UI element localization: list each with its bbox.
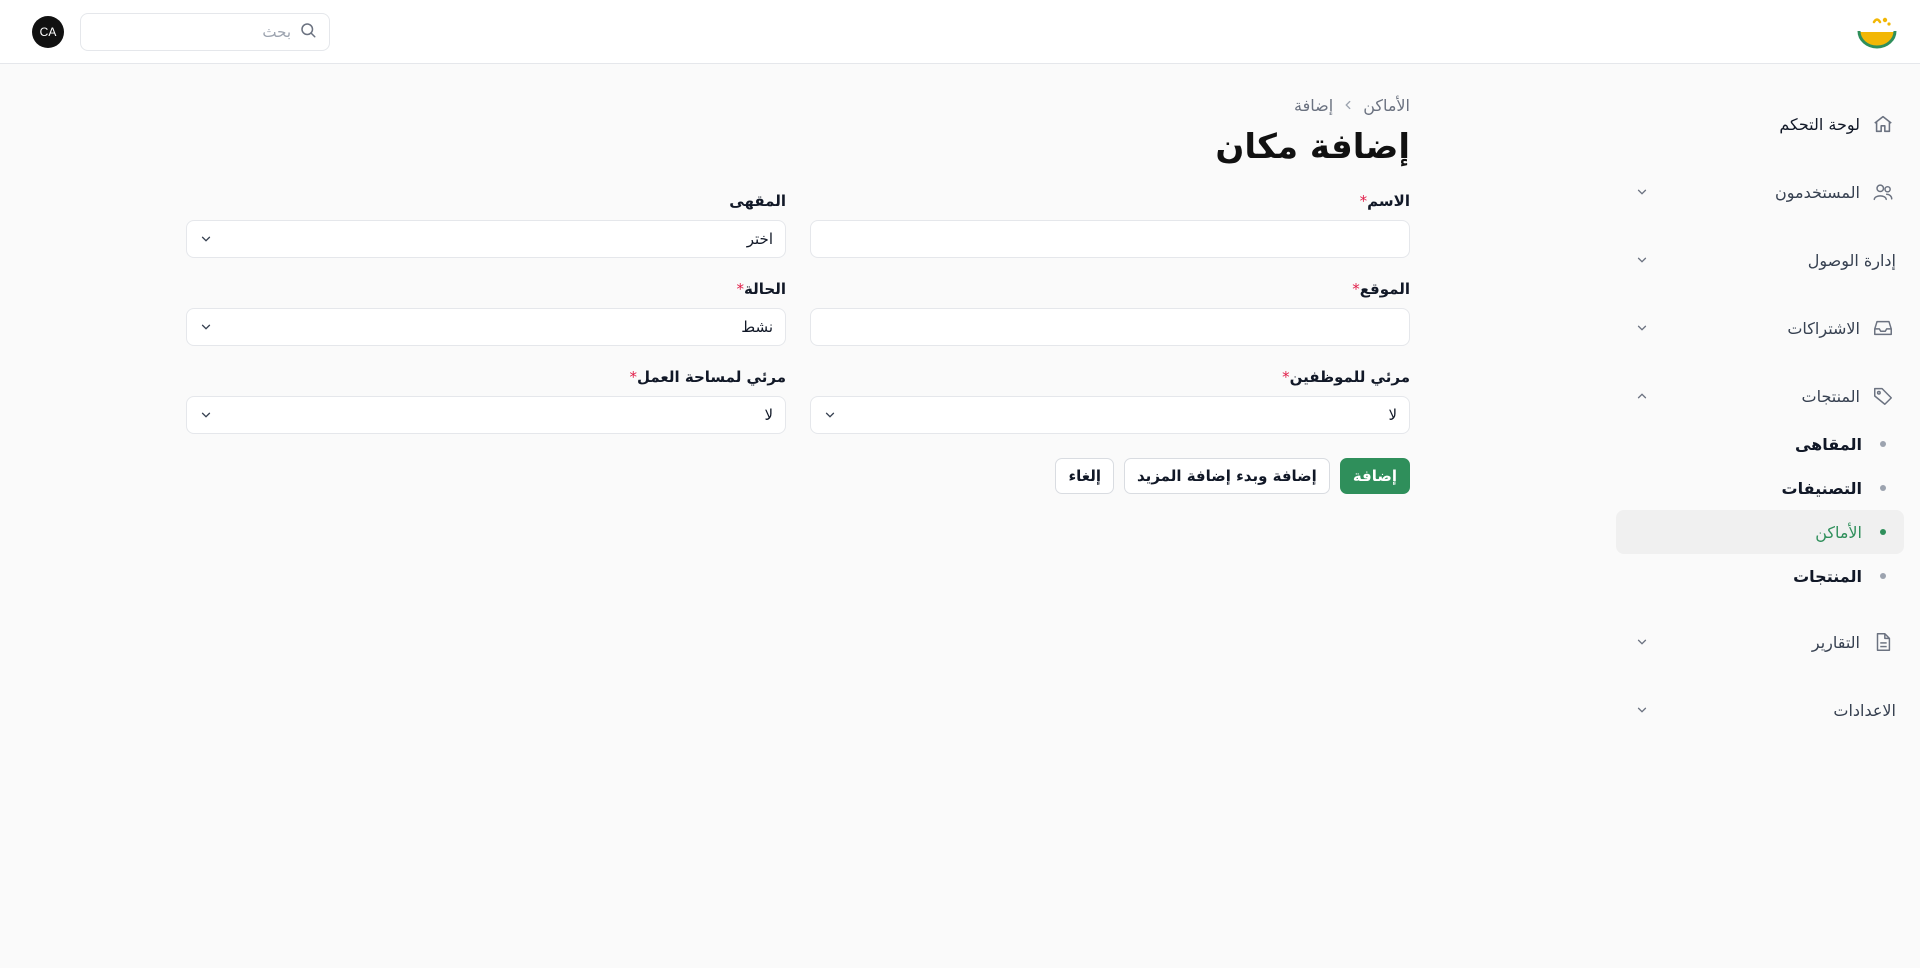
tag-icon <box>1870 383 1896 409</box>
breadcrumb: الأماكن إضافة <box>186 92 1410 118</box>
chevron-down-icon <box>1634 252 1650 268</box>
breadcrumb-parent-link[interactable]: الأماكن <box>1363 96 1410 115</box>
field-name: الاسم* <box>810 192 1410 258</box>
sidebar-subitem-label: التصنيفات <box>1781 478 1862 498</box>
field-status: الحالة* نشط <box>186 280 786 346</box>
chevron-down-icon <box>823 408 837 422</box>
field-label: مرئي لمساحة العمل* <box>186 368 786 390</box>
chevron-down-icon <box>1634 320 1650 336</box>
chevron-up-icon <box>1634 388 1650 404</box>
field-visible-workspace: مرئي لمساحة العمل* لا <box>186 368 786 434</box>
products-submenu: المقاهى التصنيفات الأماكن المنتجات <box>1616 422 1904 598</box>
add-button[interactable]: إضافة <box>1339 458 1410 494</box>
label-text: الاسم <box>1367 192 1410 210</box>
select-value: اختر <box>746 230 773 248</box>
sidebar-item-label: المستخدمون <box>1775 182 1860 202</box>
sidebar: لوحة التحكم المستخدمون إدارة الوصول الاش… <box>1616 90 1904 744</box>
sidebar-item-label: الاعدادات <box>1833 700 1896 720</box>
cancel-button[interactable]: إلغاء <box>1055 458 1115 494</box>
sidebar-item-label: المنتجات <box>1801 386 1861 406</box>
sidebar-item-access-management[interactable]: إدارة الوصول <box>1616 226 1904 294</box>
page-title: إضافة مكان <box>1215 127 1410 167</box>
sidebar-subitem-label: المقاهى <box>1794 434 1862 454</box>
status-select[interactable]: نشط <box>186 308 786 346</box>
cafe-logo-icon <box>1857 17 1897 49</box>
search-input[interactable] <box>93 23 291 41</box>
required-mark: * <box>736 280 745 298</box>
user-avatar[interactable]: CA <box>32 16 64 48</box>
sidebar-item-users[interactable]: المستخدمون <box>1616 158 1904 226</box>
label-text: الحالة <box>744 280 786 298</box>
chevron-down-icon <box>199 320 213 334</box>
select-value: لا <box>764 406 773 424</box>
visible-employees-select[interactable]: لا <box>810 396 1410 434</box>
add-and-more-button[interactable]: إضافة وبدء إضافة المزيد <box>1124 458 1330 494</box>
field-label: المقهى <box>186 192 786 214</box>
required-mark: * <box>1352 280 1360 298</box>
sidebar-item-dashboard[interactable]: لوحة التحكم <box>1616 90 1904 158</box>
visible-workspace-select[interactable]: لا <box>186 396 786 434</box>
required-mark: * <box>629 368 637 386</box>
name-input[interactable] <box>823 230 1397 248</box>
chevron-down-icon <box>1634 184 1650 200</box>
inbox-icon <box>1870 315 1896 341</box>
document-icon <box>1870 629 1896 655</box>
chevron-left-icon <box>1341 98 1355 112</box>
sidebar-item-products[interactable]: المنتجات <box>1616 362 1904 430</box>
chevron-down-icon <box>199 408 213 422</box>
bullet-dot <box>1880 529 1886 535</box>
field-label: الموقع* <box>810 280 1410 302</box>
top-bar: CA <box>0 0 1920 64</box>
chevron-down-icon <box>1634 702 1650 718</box>
location-input[interactable] <box>823 318 1397 336</box>
search-icon <box>299 21 317 43</box>
sidebar-subitem-cafes[interactable]: المقاهى <box>1616 422 1904 466</box>
sidebar-subitem-label: الأماكن <box>1815 522 1862 542</box>
sidebar-item-reports[interactable]: التقارير <box>1616 608 1904 676</box>
field-label: الحالة* <box>186 280 786 302</box>
users-icon <box>1870 179 1896 205</box>
sidebar-subitem-label: المنتجات <box>1793 566 1862 586</box>
chevron-down-icon <box>199 232 213 246</box>
select-value: نشط <box>741 318 773 336</box>
select-value: لا <box>1388 406 1397 424</box>
sidebar-item-label: لوحة التحكم <box>1779 114 1860 134</box>
sidebar-item-label: التقارير <box>1811 632 1860 652</box>
label-text: الموقع <box>1359 280 1410 298</box>
bullet-dot <box>1880 573 1886 579</box>
brand-logo[interactable] <box>1856 14 1898 52</box>
sidebar-subitem-products[interactable]: المنتجات <box>1616 554 1904 598</box>
sidebar-subitem-categories[interactable]: التصنيفات <box>1616 466 1904 510</box>
form-actions: إضافة إضافة وبدء إضافة المزيد إلغاء <box>186 458 1410 494</box>
breadcrumb-current: إضافة <box>1294 95 1334 115</box>
location-input-wrapper <box>810 308 1410 346</box>
sidebar-subitem-places[interactable]: الأماكن <box>1616 510 1904 554</box>
search-box <box>80 13 330 51</box>
sidebar-item-subscriptions[interactable]: الاشتراكات <box>1616 294 1904 362</box>
field-location: الموقع* <box>810 280 1410 346</box>
cafe-select[interactable]: اختر <box>186 220 786 258</box>
home-icon <box>1870 111 1896 137</box>
required-mark: * <box>1282 368 1290 386</box>
label-text: المقهى <box>729 192 786 210</box>
sidebar-item-settings[interactable]: الاعدادات <box>1616 676 1904 744</box>
field-cafe: المقهى اختر <box>186 192 786 258</box>
field-label: مرئي للموظفين* <box>810 368 1410 390</box>
chevron-down-icon <box>1634 634 1650 650</box>
bullet-dot <box>1880 485 1886 491</box>
main-content: الأماكن إضافة إضافة مكان الاسم* المقهى ا… <box>186 92 1410 494</box>
field-visible-employees: مرئي للموظفين* لا <box>810 368 1410 434</box>
label-text: مرئي للموظفين <box>1289 368 1410 386</box>
add-place-form: الاسم* المقهى اختر الموقع* الحالة* نشط م… <box>186 192 1410 434</box>
name-input-wrapper <box>810 220 1410 258</box>
label-text: مرئي لمساحة العمل <box>636 368 786 386</box>
sidebar-item-label: الاشتراكات <box>1787 318 1860 338</box>
sidebar-item-label: إدارة الوصول <box>1807 250 1896 270</box>
field-label: الاسم* <box>810 192 1410 214</box>
bullet-dot <box>1880 441 1886 447</box>
